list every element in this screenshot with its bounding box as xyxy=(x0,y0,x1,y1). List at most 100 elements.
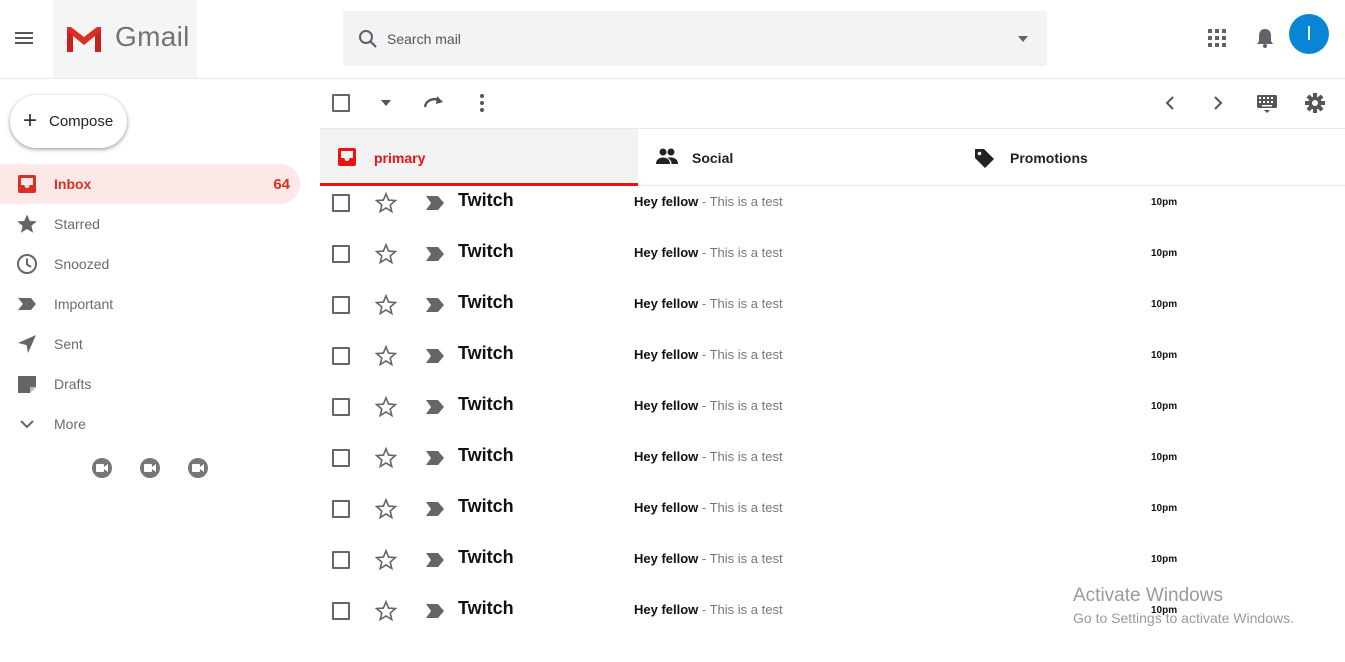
important-marker-icon[interactable] xyxy=(425,348,445,364)
star-icon[interactable] xyxy=(375,447,397,469)
important-marker-icon[interactable] xyxy=(425,501,445,517)
sidebar-item-snoozed[interactable]: Snoozed xyxy=(0,244,300,284)
row-checkbox[interactable] xyxy=(332,449,350,467)
email-sender: Twitch xyxy=(458,292,514,312)
search-icon[interactable] xyxy=(356,27,380,51)
email-sender: Twitch xyxy=(458,445,514,465)
star-icon[interactable] xyxy=(375,294,397,316)
apps-grid-icon[interactable] xyxy=(1207,28,1227,48)
important-marker-icon[interactable] xyxy=(425,246,445,262)
search-options-icon[interactable] xyxy=(1017,35,1029,43)
row-checkbox[interactable] xyxy=(332,551,350,569)
keyboard-icon[interactable] xyxy=(1256,93,1278,115)
inbox-icon xyxy=(338,148,356,166)
email-sender: Twitch xyxy=(458,496,514,516)
email-sender: Twitch xyxy=(458,190,514,210)
email-subject: Hey fellow - This is a test xyxy=(634,500,783,515)
sidebar-item-sent[interactable]: Sent xyxy=(0,324,300,364)
search-bar[interactable] xyxy=(343,11,1047,66)
settings-gear-icon[interactable] xyxy=(1304,92,1326,114)
main-menu-icon[interactable] xyxy=(12,26,36,50)
email-snippet: - This is a test xyxy=(698,194,783,209)
search-input[interactable] xyxy=(387,29,987,49)
tab-label: primary xyxy=(374,150,426,166)
compose-button[interactable]: + Compose xyxy=(10,95,127,148)
email-row[interactable]: Twitch Hey fellow - This is a test 10pm xyxy=(320,492,1345,543)
email-subject: Hey fellow - This is a test xyxy=(634,347,783,362)
star-icon xyxy=(17,214,37,233)
email-row[interactable]: Twitch Hey fellow - This is a test 10pm xyxy=(320,441,1345,492)
sidebar-item-label: Snoozed xyxy=(54,256,110,272)
people-icon xyxy=(656,148,678,164)
row-checkbox[interactable] xyxy=(332,602,350,620)
important-marker-icon[interactable] xyxy=(425,552,445,568)
chevron-down-icon xyxy=(20,420,34,429)
email-row[interactable]: Twitch Hey fellow - This is a test 10pm xyxy=(320,186,1345,237)
tag-icon xyxy=(975,149,994,168)
sidebar-item-drafts[interactable]: Drafts xyxy=(0,364,300,404)
chevron-right-icon[interactable] xyxy=(1211,95,1225,111)
email-subject: Hey fellow - This is a test xyxy=(634,398,783,413)
email-time: 10pm xyxy=(1151,452,1178,463)
email-subject: Hey fellow - This is a test xyxy=(634,194,783,209)
important-marker-icon[interactable] xyxy=(425,603,445,619)
email-snippet: - This is a test xyxy=(698,551,783,566)
row-checkbox[interactable] xyxy=(332,500,350,518)
important-marker-icon[interactable] xyxy=(425,195,445,211)
refresh-icon[interactable] xyxy=(422,93,446,113)
email-subject: Hey fellow - This is a test xyxy=(634,602,783,617)
email-row[interactable]: Twitch Hey fellow - This is a test 10pm xyxy=(320,288,1345,339)
sidebar-item-label: Drafts xyxy=(54,376,92,392)
video-camera-icon[interactable] xyxy=(188,458,208,478)
watermark-subtitle: Go to Settings to activate Windows. xyxy=(1073,610,1294,626)
row-checkbox[interactable] xyxy=(332,194,350,212)
select-options-caret-icon[interactable] xyxy=(380,99,392,107)
video-camera-icon[interactable] xyxy=(92,458,112,478)
star-icon[interactable] xyxy=(375,498,397,520)
star-icon[interactable] xyxy=(375,396,397,418)
top-header: Gmail I xyxy=(0,0,1345,79)
gmail-m-icon xyxy=(67,27,101,52)
important-marker-icon[interactable] xyxy=(425,399,445,415)
star-icon[interactable] xyxy=(375,549,397,571)
row-checkbox[interactable] xyxy=(332,245,350,263)
drafts-icon xyxy=(18,376,36,393)
email-row[interactable]: Twitch Hey fellow - This is a test 10pm xyxy=(320,339,1345,390)
video-camera-icon[interactable] xyxy=(140,458,160,478)
star-icon[interactable] xyxy=(375,345,397,367)
email-snippet: - This is a test xyxy=(698,398,783,413)
sidebar-item-starred[interactable]: Starred xyxy=(0,204,300,244)
sidebar-item-important[interactable]: Important xyxy=(0,284,300,324)
email-row[interactable]: Twitch Hey fellow - This is a test 10pm xyxy=(320,390,1345,441)
email-subject: Hey fellow - This is a test xyxy=(634,449,783,464)
email-snippet: - This is a test xyxy=(698,602,783,617)
gmail-logo[interactable]: Gmail xyxy=(53,0,197,78)
star-icon[interactable] xyxy=(375,243,397,265)
send-icon xyxy=(18,335,36,353)
important-marker-icon[interactable] xyxy=(425,297,445,313)
row-checkbox[interactable] xyxy=(332,296,350,314)
sidebar-item-inbox[interactable]: Inbox 64 xyxy=(0,164,300,204)
sidebar-item-more[interactable]: More xyxy=(0,404,300,444)
chevron-left-icon[interactable] xyxy=(1163,95,1177,111)
account-avatar[interactable]: I xyxy=(1289,14,1329,54)
email-snippet: - This is a test xyxy=(698,347,783,362)
more-options-icon[interactable] xyxy=(478,93,486,113)
tab-primary[interactable]: primary xyxy=(320,129,638,186)
row-checkbox[interactable] xyxy=(332,347,350,365)
star-icon[interactable] xyxy=(375,192,397,214)
email-time: 10pm xyxy=(1151,401,1178,412)
select-all-checkbox[interactable] xyxy=(332,94,350,112)
tab-promotions[interactable]: Promotions xyxy=(956,129,1274,186)
gmail-logo-text: Gmail xyxy=(115,21,190,52)
email-row[interactable]: Twitch Hey fellow - This is a test 10pm xyxy=(320,237,1345,288)
category-tabs: primary Social Promotions xyxy=(320,128,1345,186)
tab-social[interactable]: Social xyxy=(638,129,956,186)
clock-icon xyxy=(17,254,37,274)
notifications-bell-icon[interactable] xyxy=(1254,27,1276,49)
star-icon[interactable] xyxy=(375,600,397,622)
email-subject: Hey fellow - This is a test xyxy=(634,245,783,260)
plus-icon: + xyxy=(23,107,38,134)
row-checkbox[interactable] xyxy=(332,398,350,416)
important-marker-icon[interactable] xyxy=(425,450,445,466)
